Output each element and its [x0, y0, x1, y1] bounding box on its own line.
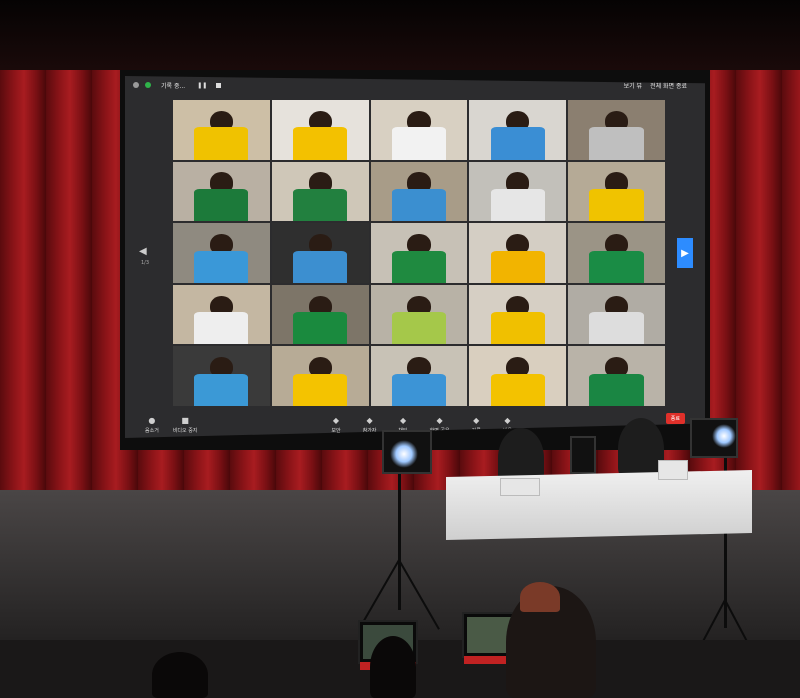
table-with-white-cloth — [446, 470, 752, 540]
participant-video-tile[interactable] — [271, 284, 369, 345]
held-up-t-shirt — [589, 373, 644, 406]
participant-video-tile[interactable] — [568, 346, 665, 406]
pause-recording-icon[interactable]: ❚❚ — [197, 82, 207, 89]
stop-recording-icon[interactable] — [216, 82, 222, 88]
participant-video-tile[interactable] — [271, 223, 369, 283]
held-up-t-shirt — [391, 312, 447, 345]
stop-video-label: 비디오 중지 — [172, 428, 198, 434]
toolbar-item-icon: ◆ — [332, 416, 340, 425]
held-up-t-shirt — [490, 189, 545, 222]
toolbar-item[interactable]: ◆ 참가자 — [363, 416, 377, 434]
held-up-t-shirt — [490, 312, 545, 345]
participant-video-tile[interactable] — [568, 223, 665, 283]
desk-monitor — [570, 436, 596, 474]
held-up-t-shirt — [194, 250, 249, 283]
red-cap — [520, 582, 560, 612]
participant-video-tile[interactable] — [173, 284, 270, 345]
zoom-window-projection: 기록 중... ❚❚ 보기 뷰 전체 화면 종료 ◀ 1/3 ▶ ● 음소거 ■… — [125, 76, 705, 438]
participant-video-tile[interactable] — [173, 346, 270, 406]
held-up-t-shirt — [293, 250, 348, 283]
camera-icon: ■ — [181, 416, 189, 425]
held-up-t-shirt — [293, 127, 348, 160]
audience-head-silhouette — [152, 652, 208, 698]
gallery-view-grid — [173, 100, 665, 406]
participant-video-tile[interactable] — [469, 100, 567, 160]
participant-video-tile[interactable] — [173, 161, 270, 222]
participant-video-tile[interactable] — [568, 100, 665, 160]
encryption-shield-icon[interactable] — [145, 82, 151, 88]
mute-label: 음소거 — [145, 428, 159, 434]
laptop-right — [658, 460, 688, 480]
mute-button[interactable]: ● 음소거 — [145, 416, 159, 434]
participant-video-tile[interactable] — [469, 284, 567, 345]
left-light-glow — [390, 440, 418, 468]
held-up-t-shirt — [293, 373, 348, 406]
held-up-t-shirt — [194, 312, 249, 345]
participant-video-tile[interactable] — [469, 223, 567, 283]
participant-video-tile[interactable] — [469, 346, 567, 406]
next-page-arrow[interactable]: ▶ — [677, 238, 693, 268]
held-up-t-shirt — [194, 373, 249, 406]
toolbar-item-icon: ◆ — [366, 416, 373, 425]
held-up-t-shirt — [391, 127, 447, 160]
end-meeting-button[interactable]: 종료 — [665, 413, 685, 424]
stop-video-button[interactable]: ■ 비디오 중지 — [173, 416, 198, 434]
participant-video-tile[interactable] — [271, 100, 369, 160]
participant-video-tile[interactable] — [568, 161, 665, 222]
held-up-t-shirt — [589, 250, 644, 283]
participant-video-tile[interactable] — [469, 161, 567, 222]
participant-video-tile[interactable] — [568, 284, 665, 345]
held-up-t-shirt — [589, 312, 644, 345]
held-up-t-shirt — [391, 189, 447, 222]
laptop-left — [500, 478, 540, 496]
participant-video-tile[interactable] — [370, 346, 468, 406]
held-up-t-shirt — [490, 373, 545, 406]
held-up-t-shirt — [490, 127, 545, 160]
ceiling — [0, 0, 800, 70]
toolbar-item-icon: ◆ — [436, 416, 443, 425]
previous-page-arrow[interactable]: ◀ — [139, 246, 147, 257]
left-tripod-pole — [398, 474, 401, 610]
toolbar-item[interactable]: ◆ 보안 — [331, 416, 340, 434]
participant-video-tile[interactable] — [173, 223, 270, 283]
held-up-t-shirt — [194, 127, 249, 160]
crew-member-silhouette — [370, 636, 416, 698]
participant-video-tile[interactable] — [370, 100, 468, 160]
toolbar-item-icon: ◆ — [504, 416, 511, 425]
held-up-t-shirt — [391, 250, 447, 283]
held-up-t-shirt — [391, 373, 447, 406]
toolbar-item-icon: ◆ — [399, 416, 407, 425]
participant-video-tile[interactable] — [271, 161, 369, 222]
toolbar-item-icon: ◆ — [473, 416, 480, 425]
participant-video-tile[interactable] — [370, 161, 468, 222]
right-light-glow — [712, 424, 736, 448]
participant-video-tile[interactable] — [370, 223, 468, 283]
recording-label: 기록 중... — [161, 82, 186, 90]
meeting-info-icon[interactable] — [133, 82, 139, 88]
held-up-t-shirt — [293, 312, 348, 345]
held-up-t-shirt — [293, 189, 348, 222]
participant-video-tile[interactable] — [173, 100, 270, 160]
held-up-t-shirt — [490, 250, 545, 283]
held-up-t-shirt — [194, 189, 249, 222]
participant-video-tile[interactable] — [370, 284, 468, 345]
held-up-t-shirt — [589, 189, 644, 222]
held-up-t-shirt — [589, 127, 644, 160]
participant-video-tile[interactable] — [271, 346, 369, 406]
gallery-page-indicator: 1/3 — [141, 260, 150, 266]
microphone-icon: ● — [148, 416, 156, 425]
